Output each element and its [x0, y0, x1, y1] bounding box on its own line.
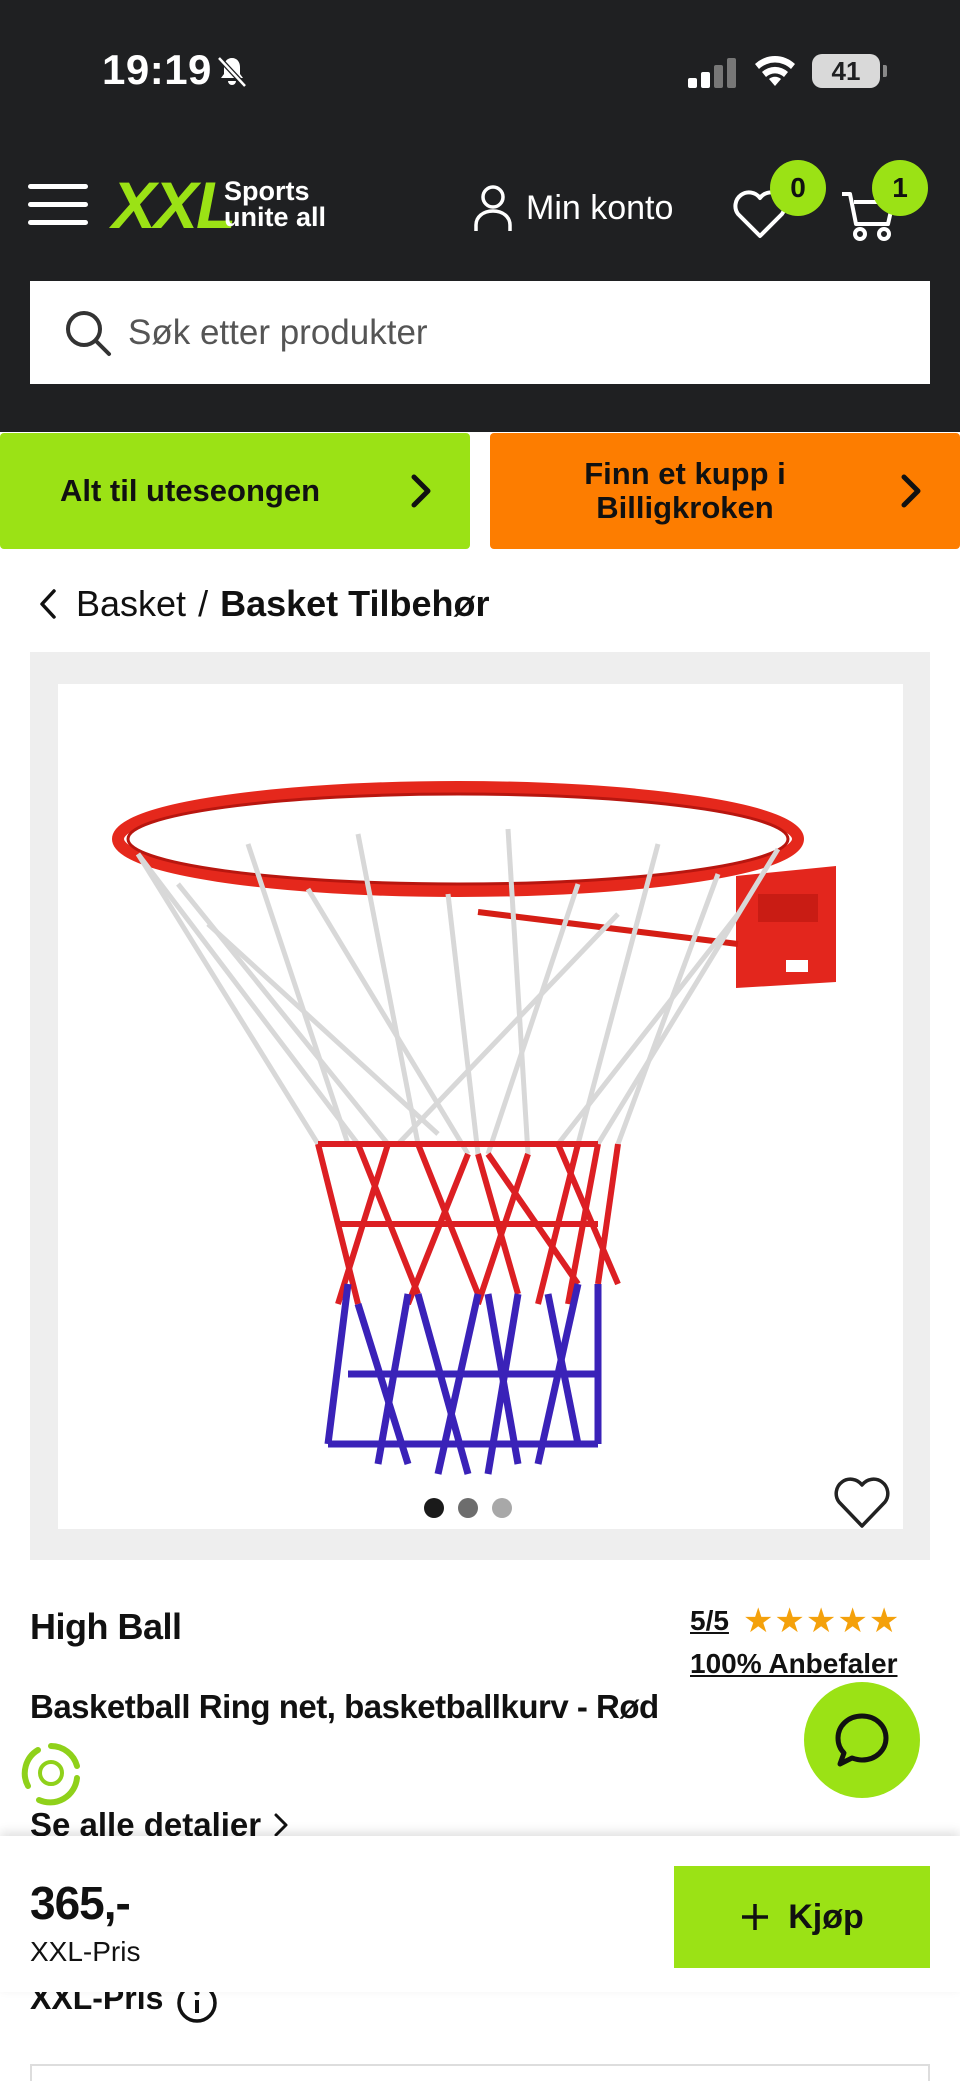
product-price: 365,-: [30, 1877, 131, 1929]
star-icon: ★: [805, 1602, 837, 1640]
chat-icon: [835, 1713, 889, 1767]
heart-icon[interactable]: [832, 1474, 892, 1530]
content-card: [30, 2064, 930, 2081]
logo-text: XXL: [112, 168, 236, 242]
sticky-buy-bar: 365,- XXL-Pris Kjøp: [0, 1836, 960, 1992]
chevron-left-icon[interactable]: [38, 588, 58, 620]
product-rating[interactable]: 5/5 ★ ★ ★ ★ ★: [690, 1604, 900, 1638]
battery-icon: 41: [812, 54, 887, 88]
search-icon: [66, 310, 111, 356]
product-title: Basketball Ring net, basketballkurv - Rø…: [30, 1688, 659, 1725]
promo-outdoor-season[interactable]: Alt til uteseongen: [0, 433, 470, 549]
signal-icon: [688, 58, 736, 88]
wishlist-count-badge: 0: [770, 160, 826, 216]
recycle-icon[interactable]: [16, 1738, 86, 1808]
site-header: XXL Sports unite all Min konto 0 1: [0, 144, 960, 432]
search-input[interactable]: [128, 312, 888, 353]
star-icon: ★: [868, 1602, 900, 1640]
buy-button[interactable]: Kjøp: [674, 1866, 930, 1968]
chevron-right-icon: [901, 474, 921, 508]
user-icon: [474, 185, 512, 231]
basketball-hoop-image: [112, 781, 836, 1475]
logo-tagline-line2: unite all: [224, 202, 327, 232]
price-label: XXL-Pris: [30, 1936, 141, 1967]
gallery-dot-2[interactable]: [458, 1498, 478, 1518]
gallery-dot-3[interactable]: [492, 1498, 512, 1518]
cart-count-badge: 1: [872, 160, 928, 216]
gallery-pagination: [404, 1498, 524, 1522]
star-icon: ★: [774, 1602, 805, 1640]
chat-button[interactable]: [804, 1682, 920, 1798]
account-link[interactable]: Min konto: [472, 182, 673, 234]
breadcrumb: Basket / Basket Tilbehør: [38, 580, 490, 628]
recommend-percentage[interactable]: 100% Anbefaler: [690, 1648, 898, 1680]
logo-tagline: Sports unite all: [224, 176, 327, 232]
breadcrumb-parent[interactable]: Basket: [76, 583, 186, 625]
account-label: Min konto: [526, 188, 674, 227]
menu-icon[interactable]: [28, 182, 90, 228]
promo-bargain-corner[interactable]: Finn et kupp i Billigkroken: [490, 433, 960, 549]
promo-outdoor-label: Alt til uteseongen: [59, 473, 321, 508]
buy-button-label: Kjøp: [788, 1897, 864, 1936]
breadcrumb-current: Basket Tilbehør: [220, 583, 490, 624]
status-bar: 19:19 41: [0, 0, 960, 144]
rating-score[interactable]: 5/5: [690, 1605, 729, 1637]
product-gallery[interactable]: [30, 652, 930, 1560]
logo-tagline-line1: Sports: [224, 176, 310, 206]
star-icon: ★: [837, 1602, 868, 1640]
chevron-right-icon: [274, 1813, 288, 1837]
star-icon: ★: [742, 1602, 774, 1640]
bell-muted-icon: [217, 56, 247, 88]
promo-bargain-label: Finn et kupp i Billigkroken: [584, 456, 786, 525]
chevron-right-icon: [411, 474, 431, 508]
plus-icon: [742, 1904, 769, 1930]
battery-level: 41: [831, 56, 861, 86]
product-brand[interactable]: High Ball: [30, 1606, 182, 1648]
wifi-icon: [755, 56, 795, 86]
search-bar[interactable]: [30, 281, 930, 384]
status-time: 19:19: [102, 46, 212, 93]
breadcrumb-separator: /: [198, 583, 209, 624]
gallery-dot-1[interactable]: [424, 1498, 444, 1518]
product-image[interactable]: [58, 684, 903, 1529]
xxl-logo[interactable]: XXL Sports unite all: [112, 172, 332, 238]
